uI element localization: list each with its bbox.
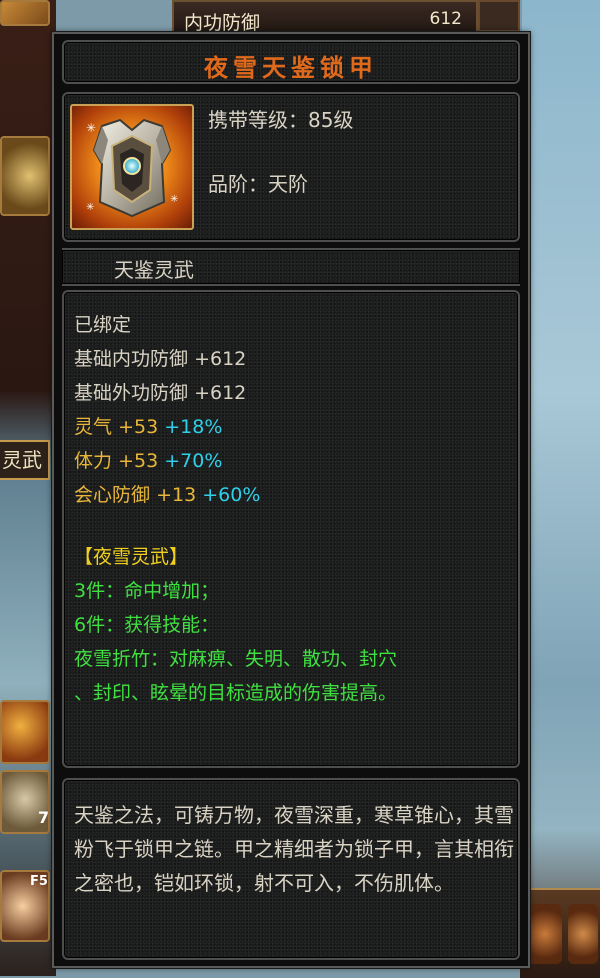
svg-text:✳: ✳ (86, 121, 96, 135)
bonus-stat-row: 会心防御 +13 +60% (74, 480, 260, 507)
set-bonus-3: 3件：命中增加； (74, 580, 220, 602)
skill-slot-lion[interactable] (0, 700, 50, 764)
quickbar-slot[interactable] (568, 904, 598, 964)
stat-value: +53 (118, 416, 159, 438)
stat-value: +612 (194, 348, 247, 370)
stat-name: 基础外功防御 (74, 382, 189, 404)
stat-value: +612 (194, 382, 247, 404)
stat-row: 基础内功防御 +612 (74, 344, 246, 371)
item-lore-panel: 天鉴之法，可铸万物，夜雪深重，寒草锥心，其雪粉飞于锁甲之链。甲之精细者为锁子甲，… (62, 778, 520, 960)
armor-chestplate-icon: ✳ ✳ ✳ (70, 104, 194, 230)
skill-description-cont: 、封印、眩晕的目标造成的伤害提高。 (74, 682, 398, 704)
background-scene-right (522, 0, 600, 976)
stat-value: +13 (156, 484, 197, 506)
background-frame (478, 0, 520, 32)
stat-row: 基础外功防御 +612 (74, 378, 246, 405)
stat-name: 灵气 (74, 416, 113, 438)
side-tab-lingwu[interactable]: 灵武 (0, 440, 50, 480)
stat-name: 体力 (74, 450, 113, 472)
set-bonus-6: 6件：获得技能： (74, 614, 220, 636)
carry-level: 携带等级：85级 (208, 108, 354, 132)
quickbar-right (520, 888, 600, 978)
skill-description: 夜雪折竹：对麻痹、失明、散功、封穴 (74, 648, 398, 670)
hotkey-label: F5 (30, 874, 48, 889)
item-attributes-panel: 已绑定 基础内功防御 +612 基础外功防御 +612 灵气 +53 +18% … (62, 290, 520, 768)
stat-name: 会心防御 (74, 484, 151, 506)
stack-count: 7 (38, 808, 50, 827)
stat-row-internal-defense: 内功防御 612 (172, 0, 478, 34)
set-name: 【夜雪灵武】 (74, 546, 189, 568)
bonus-stat-row: 灵气 +53 +18% (74, 412, 222, 439)
svg-text:✳: ✳ (170, 194, 178, 205)
inventory-slot[interactable] (0, 0, 50, 26)
svg-text:✳: ✳ (86, 202, 94, 213)
item-category-bar: 天鉴灵武 (62, 248, 520, 286)
stat-label: 内功防御 (184, 12, 261, 34)
item-grade: 品阶：天阶 (208, 172, 308, 196)
stat-percent: +18% (164, 416, 223, 438)
stat-percent: +70% (164, 450, 223, 472)
quickbar-slot[interactable] (528, 904, 562, 964)
stat-percent: +60% (202, 484, 261, 506)
inventory-slot[interactable] (0, 136, 50, 216)
stat-value: +53 (118, 450, 159, 472)
item-name: 夜雪天鉴锁甲 (204, 53, 378, 82)
stat-value: 612 (429, 9, 462, 29)
item-category: 天鉴灵武 (114, 258, 194, 282)
bonus-stat-row: 体力 +53 +70% (74, 446, 222, 473)
item-tooltip: 夜雪天鉴锁甲 ✳ ✳ ✳ 携带等级：85级 品阶：天阶 天鉴灵武 已绑定 基础内… (52, 32, 530, 968)
item-info-panel: ✳ ✳ ✳ 携带等级：85级 品阶：天阶 (62, 92, 520, 242)
bound-status: 已绑定 (74, 314, 132, 336)
item-lore-text: 天鉴之法，可铸万物，夜雪深重，寒草锥心，其雪粉飞于锁甲之链。甲之精细者为锁子甲，… (74, 803, 514, 895)
stat-name: 基础内功防御 (74, 348, 189, 370)
tooltip-title-bar: 夜雪天鉴锁甲 (62, 40, 520, 84)
